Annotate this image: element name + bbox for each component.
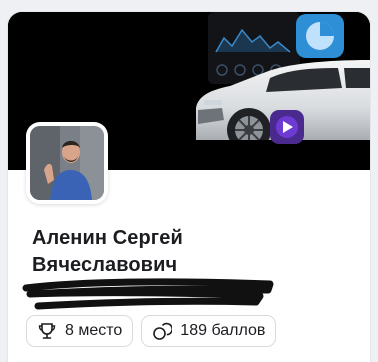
profile-name: Аленин Сергей Вячеславович bbox=[32, 225, 352, 279]
stats-badges: 8 место 189 баллов bbox=[26, 315, 277, 347]
coins-icon bbox=[152, 321, 173, 341]
points-label: 189 баллов bbox=[180, 322, 266, 339]
profile-name-line2: Вячеславович bbox=[32, 254, 178, 276]
play-icon bbox=[270, 110, 304, 144]
place-badge[interactable]: 8 место bbox=[26, 315, 134, 347]
avatar bbox=[26, 122, 108, 204]
trophy-icon bbox=[37, 321, 57, 341]
avatar-photo bbox=[30, 126, 104, 200]
profile-card: Аленин Сергей Вячеславович 8 место 189 б… bbox=[8, 12, 370, 362]
redaction-scribble bbox=[22, 278, 274, 310]
pie-chart-icon bbox=[296, 14, 344, 58]
points-badge[interactable]: 189 баллов bbox=[141, 315, 277, 347]
place-label: 8 место bbox=[65, 322, 123, 339]
profile-name-line1: Аленин Сергей bbox=[32, 227, 183, 249]
